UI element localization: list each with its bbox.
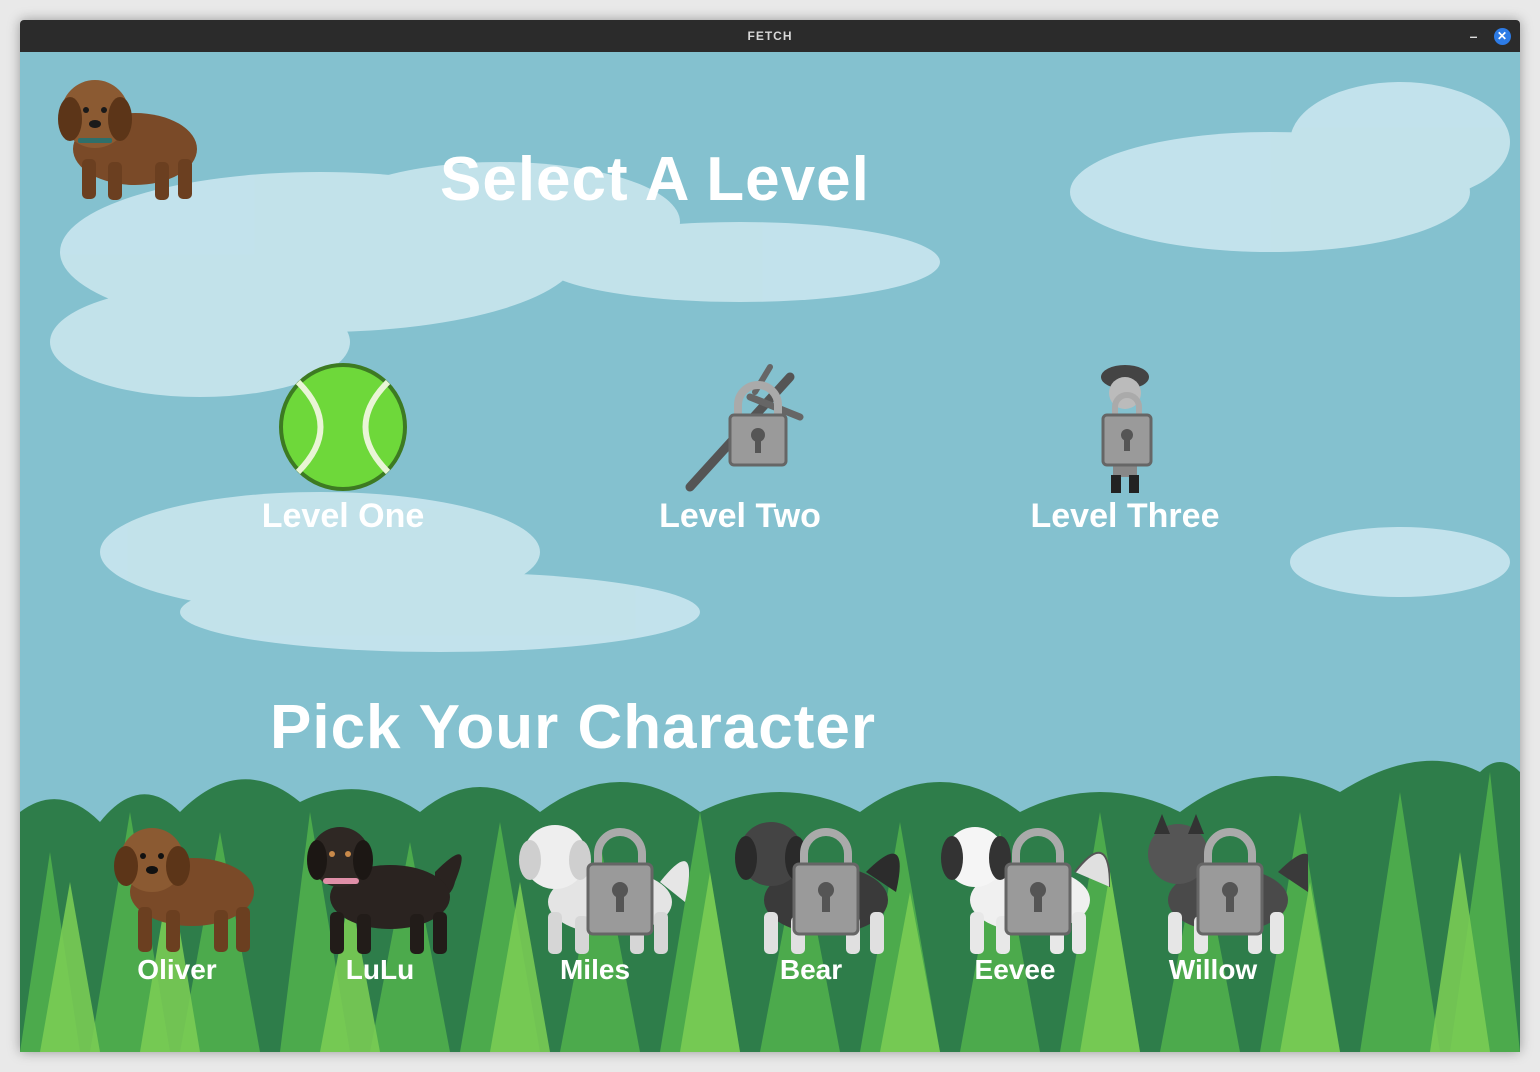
level-three-label: Level Three <box>1030 497 1220 535</box>
character-bear[interactable]: Bear <box>716 812 906 1002</box>
tennis-ball-icon <box>279 363 407 491</box>
dog-miles-icon <box>519 825 690 954</box>
character-miles[interactable]: Miles <box>500 812 690 1002</box>
level-two-label: Level Two <box>659 497 821 535</box>
game-window: FETCH – ✕ Select A Level Level One Level… <box>20 20 1520 1052</box>
character-lulu[interactable]: LuLu <box>285 812 475 1002</box>
character-name: Willow <box>1168 954 1258 985</box>
character-name: Oliver <box>137 954 217 985</box>
player-dog-icon <box>58 80 197 200</box>
character-willow[interactable]: Willow <box>1118 812 1312 1002</box>
dog-willow-icon <box>1148 814 1312 954</box>
dog-oliver-icon <box>114 828 254 952</box>
character-oliver[interactable]: Oliver <box>82 812 272 1002</box>
lock-icon <box>1004 828 1072 936</box>
character-eevee[interactable]: Eevee <box>920 812 1111 1002</box>
level-two-button[interactable]: Level Two <box>610 357 870 536</box>
level-select-scene: Select A Level Level One Level Two Level… <box>20 52 1520 1052</box>
stick-icon <box>685 364 804 492</box>
minimize-button[interactable]: – <box>1466 26 1482 46</box>
level-three-button[interactable]: Level Three <box>995 357 1255 536</box>
window-title: FETCH <box>747 29 793 43</box>
dog-lulu-icon <box>307 827 462 954</box>
dog-bear-icon <box>735 822 900 954</box>
dog-eevee-icon <box>941 827 1111 954</box>
close-button[interactable]: ✕ <box>1494 28 1511 45</box>
lock-icon <box>586 828 654 936</box>
person-icon <box>1101 365 1153 493</box>
character-name: Miles <box>559 954 631 985</box>
character-name: LuLu <box>345 954 415 985</box>
level-one-label: Level One <box>261 497 425 535</box>
lock-icon <box>1196 828 1264 936</box>
select-level-heading: Select A Level <box>440 145 870 214</box>
lock-icon <box>792 828 860 936</box>
character-name: Bear <box>779 954 843 985</box>
pick-character-heading: Pick Your Character <box>270 693 876 762</box>
title-bar[interactable]: FETCH – ✕ <box>20 20 1520 52</box>
level-one-button[interactable]: Level One <box>213 357 473 536</box>
character-name: Eevee <box>974 954 1056 985</box>
